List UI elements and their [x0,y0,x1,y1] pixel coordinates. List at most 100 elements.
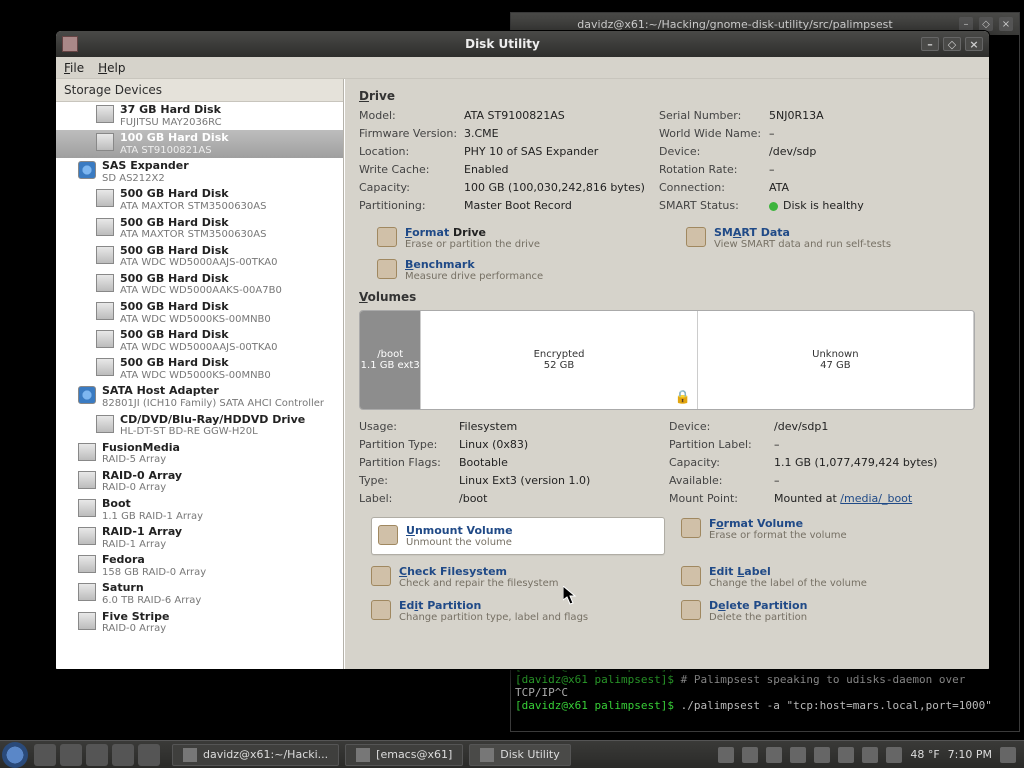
bluetooth-icon[interactable] [814,747,830,763]
tray-menu-icon[interactable] [1000,747,1016,763]
device-name: RAID-1 Array [102,526,182,539]
sidebar-item-8[interactable]: 500 GB Hard DiskATA WDC WD5000AAJS-00TKA… [56,327,343,355]
device-name: 500 GB Hard Disk [120,217,266,230]
edit-label-action[interactable]: Edit LabelChange the label of the volume [681,565,975,589]
check-filesystem-action[interactable]: Check FilesystemCheck and repair the fil… [371,565,665,589]
edit-label-icon [681,566,701,586]
taskbar-task-emacs[interactable]: [emacs@x61] [345,744,463,766]
sidebar-item-9[interactable]: 500 GB Hard DiskATA WDC WD5000KS-00MNB0 [56,355,343,383]
device-name: 500 GB Hard Disk [120,301,271,314]
storage-devices-sidebar[interactable]: Storage Devices 37 GB Hard DiskFUJITSU M… [56,79,344,669]
device-name: Boot [102,498,203,511]
monitor-icon[interactable] [766,747,782,763]
menu-file[interactable]: File [64,61,84,75]
device-name: SAS Expander [102,160,189,173]
sidebar-item-4[interactable]: 500 GB Hard DiskATA MAXTOR STM3500630AS [56,215,343,243]
clock[interactable]: 7:10 PM [948,748,992,761]
format-drive-action[interactable]: Format DriveErase or partition the drive [377,226,666,250]
disk-utility-titlebar[interactable]: Disk Utility – ◇ × [56,31,989,57]
volumes-section-header: Volumes [359,290,975,304]
sidebar-item-12[interactable]: FusionMediaRAID-5 Array [56,440,343,468]
benchmark-action[interactable]: BenchmarkMeasure drive performance [377,258,666,282]
tray-icon[interactable] [886,747,902,763]
volume-icon[interactable] [790,747,806,763]
volume-segment-1[interactable]: Encrypted52 GB🔒 [421,311,697,409]
terminal-maximize-button[interactable]: ◇ [979,17,993,31]
device-subtitle: 1.1 GB RAID-1 Array [102,511,203,523]
terminal-title: davidz@x61:~/Hacking/gnome-disk-utility/… [511,18,959,31]
smart-status: Disk is healthy [769,199,975,212]
sidebar-item-13[interactable]: RAID-0 ArrayRAID-0 Array [56,468,343,496]
edit-partition-action[interactable]: Edit PartitionChange partition type, lab… [371,599,665,623]
device-subtitle: 82801JI (ICH10 Family) SATA AHCI Control… [102,398,324,410]
menubar: File Help [56,57,989,79]
window-title: Disk Utility [84,37,921,51]
drive-icon [96,358,114,376]
sidebar-item-2[interactable]: SAS ExpanderSD AS212X2 [56,158,343,186]
sidebar-item-0[interactable]: 37 GB Hard DiskFUJITSU MAY2036RC [56,102,343,130]
sidebar-item-3[interactable]: 500 GB Hard DiskATA MAXTOR STM3500630AS [56,186,343,214]
device-subtitle: ATA WDC WD5000AAJS-00TKA0 [120,257,278,269]
device-subtitle: RAID-5 Array [102,454,180,466]
smart-data-action[interactable]: SMART DataView SMART data and run self-t… [686,226,975,250]
terminal-close-button[interactable]: × [999,17,1013,31]
device-name: 500 GB Hard Disk [120,245,278,258]
sidebar-item-10[interactable]: SATA Host Adapter82801JI (ICH10 Family) … [56,383,343,411]
launcher-icon[interactable] [34,744,56,766]
temperature[interactable]: 48 °F [910,748,939,761]
device-subtitle: ATA WDC WD5000KS-00MNB0 [120,370,271,382]
volume-segment-2[interactable]: Unknown47 GB [698,311,974,409]
drive-icon [78,612,96,630]
check-fs-icon [371,566,391,586]
battery-icon[interactable] [862,747,878,763]
launcher-icon[interactable] [60,744,82,766]
launcher-icon[interactable] [138,744,160,766]
format-drive-icon [377,227,397,247]
device-name: 37 GB Hard Disk [120,104,222,117]
sidebar-item-18[interactable]: Five StripeRAID-0 Array [56,609,343,637]
sidebar-item-1[interactable]: 100 GB Hard DiskATA ST9100821AS [56,130,343,158]
start-button[interactable] [2,742,28,768]
sidebar-item-16[interactable]: Fedora158 GB RAID-0 Array [56,552,343,580]
sidebar-header: Storage Devices [56,79,343,102]
menu-help[interactable]: Help [98,61,125,75]
delete-partition-action[interactable]: Delete PartitionDelete the partition [681,599,975,623]
taskbar: davidz@x61:~/Hacki... [emacs@x61] Disk U… [0,740,1024,768]
device-subtitle: FUJITSU MAY2036RC [120,117,222,129]
format-volume-action[interactable]: Format VolumeErase or format the volume [681,517,975,555]
minimize-button[interactable]: – [921,37,939,51]
sidebar-item-14[interactable]: Boot1.1 GB RAID-1 Array [56,496,343,524]
unmount-volume-action[interactable]: Unmount VolumeUnmount the volume [371,517,665,555]
device-name: Five Stripe [102,611,169,624]
close-button[interactable]: × [965,37,983,51]
device-name: 500 GB Hard Disk [120,273,282,286]
benchmark-icon [377,259,397,279]
device-name: 500 GB Hard Disk [120,329,278,342]
tray-icon[interactable] [718,747,734,763]
volume-segment-0[interactable]: /boot1.1 GB ext3 [360,311,421,409]
sidebar-item-6[interactable]: 500 GB Hard DiskATA WDC WD5000AAKS-00A7B… [56,271,343,299]
sidebar-item-7[interactable]: 500 GB Hard DiskATA WDC WD5000KS-00MNB0 [56,299,343,327]
device-name: 500 GB Hard Disk [120,357,271,370]
sidebar-item-17[interactable]: Saturn6.0 TB RAID-6 Array [56,580,343,608]
taskbar-task-disk-utility[interactable]: Disk Utility [469,744,570,766]
drive-icon [78,161,96,179]
drive-icon [78,527,96,545]
sidebar-item-11[interactable]: CD/DVD/Blu-Ray/HDDVD DriveHL-DT-ST BD-RE… [56,412,343,440]
drive-icon [96,189,114,207]
lock-icon: 🔒 [675,390,691,405]
drive-icon [78,443,96,461]
launcher-icon[interactable] [86,744,108,766]
terminal-icon [183,748,197,762]
taskbar-task-terminal[interactable]: davidz@x61:~/Hacki... [172,744,339,766]
terminal-minimize-button[interactable]: – [959,17,973,31]
maximize-button[interactable]: ◇ [943,37,961,51]
device-subtitle: SD AS212X2 [102,173,189,185]
mount-point-link[interactable]: /media/_boot [840,492,912,505]
launcher-icon[interactable] [112,744,134,766]
sidebar-item-15[interactable]: RAID-1 ArrayRAID-1 Array [56,524,343,552]
network-icon[interactable] [838,747,854,763]
weather-icon[interactable] [742,747,758,763]
system-tray: 48 °F 7:10 PM [718,747,1024,763]
sidebar-item-5[interactable]: 500 GB Hard DiskATA WDC WD5000AAJS-00TKA… [56,243,343,271]
